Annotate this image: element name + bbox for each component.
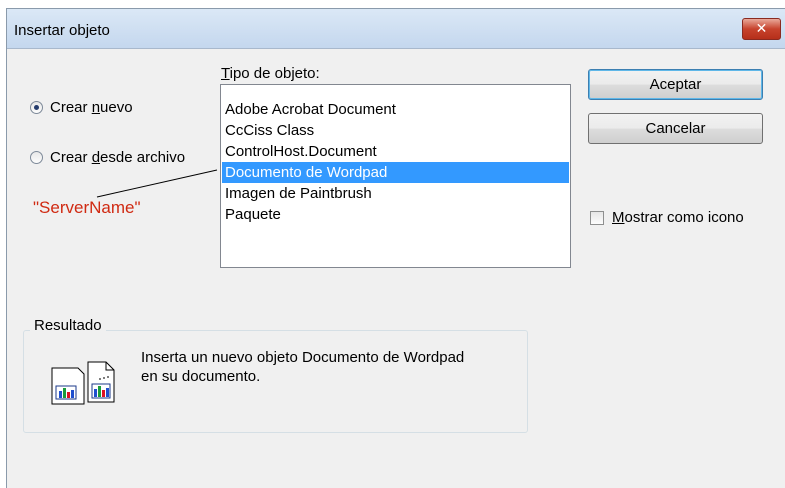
create-new-label[interactable]: Crear nuevo — [50, 99, 133, 116]
window-title: Insertar objeto — [14, 22, 110, 39]
display-as-icon-access-key: M — [612, 209, 625, 226]
list-item-selected[interactable]: Documento de Wordpad — [222, 162, 569, 183]
object-type-label-access-key: T — [221, 65, 230, 82]
display-as-icon-label-rest: ostrar como icono — [624, 209, 744, 226]
list-item[interactable]: ControlHost.Document — [222, 141, 569, 162]
list-item[interactable]: Adobe Acrobat Document — [222, 99, 569, 120]
servername-annotation: "ServerName" — [33, 198, 141, 217]
object-type-listbox[interactable]: Adobe Acrobat Document CcCiss Class Cont… — [220, 84, 571, 268]
result-description-line1: Inserta un nuevo objeto Documento de Wor… — [141, 349, 465, 366]
create-from-file-label[interactable]: Crear desde archivo — [50, 149, 185, 166]
cancel-button[interactable]: Cancelar — [588, 113, 763, 144]
ok-button[interactable]: Aceptar — [588, 69, 763, 100]
object-type-label: Tipo de objeto: — [221, 65, 320, 82]
create-new-label-access-key: n — [91, 99, 101, 116]
create-new-label-suffix: uevo — [100, 99, 133, 116]
from-file-label-suffix: esde archivo — [100, 149, 186, 166]
from-file-label-access-key: d — [91, 149, 101, 166]
list-item[interactable]: Paquete — [222, 204, 569, 225]
list-item[interactable]: CcCiss Class — [222, 120, 569, 141]
display-as-icon-label[interactable]: Mostrar como icono — [612, 209, 744, 226]
list-item[interactable]: Imagen de Paintbrush — [222, 183, 569, 204]
object-type-label-rest: ipo de objeto: — [229, 65, 320, 82]
result-description-line2: en su documento. — [141, 368, 261, 385]
close-button[interactable]: ✕ — [742, 18, 781, 40]
create-new-radio[interactable] — [30, 101, 43, 114]
from-file-label-prefix: Crear — [50, 149, 92, 166]
display-as-icon-checkbox[interactable] — [590, 211, 604, 225]
result-group-title: Resultado — [30, 317, 106, 334]
create-from-file-radio[interactable] — [30, 151, 43, 164]
create-new-label-prefix: Crear — [50, 99, 92, 116]
title-bar[interactable]: Insertar objeto ✕ — [7, 9, 785, 49]
document-object-icon — [48, 358, 118, 408]
close-icon: ✕ — [755, 20, 768, 36]
